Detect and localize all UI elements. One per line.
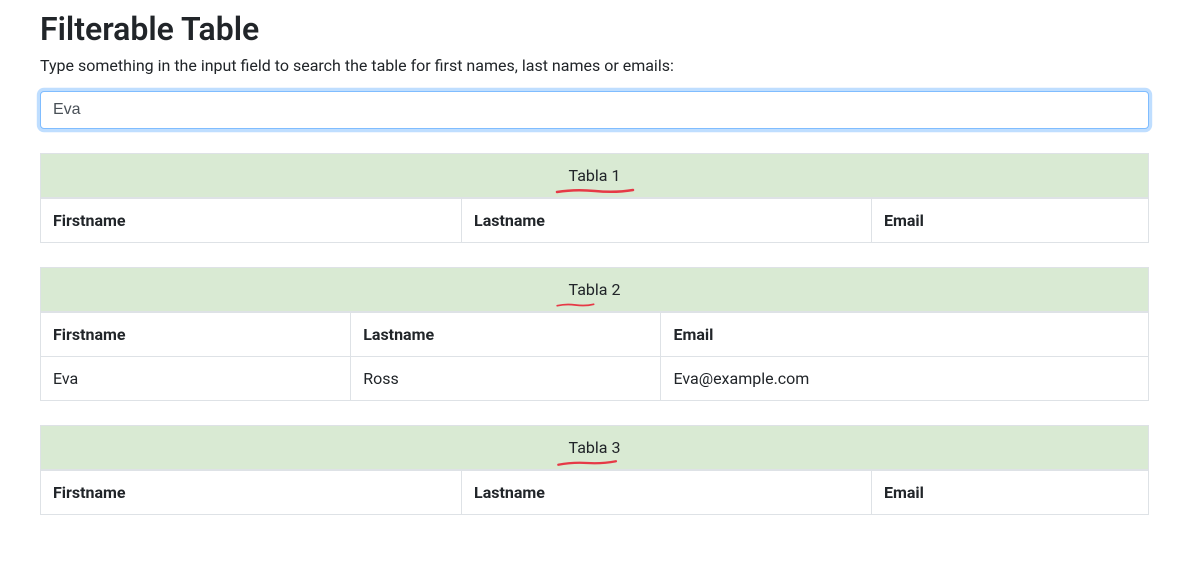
table-2-caption: Tabla 2 [40, 267, 1149, 312]
table-header-row: Firstname Lastname Email [41, 313, 1149, 357]
page-title: Filterable Table [40, 10, 1149, 48]
instructions-text: Type something in the input field to sea… [40, 56, 1149, 75]
search-input[interactable] [40, 91, 1149, 129]
table-1: Tabla 1 Firstname Lastname Email [40, 153, 1149, 243]
table-2: Tabla 2 Firstname Lastname Email Eva Ros… [40, 267, 1149, 401]
col-email: Email [871, 471, 1148, 515]
table-2-body: Eva Ross Eva@example.com [41, 357, 1149, 401]
col-firstname: Firstname [41, 199, 462, 243]
underline-annotation-icon [556, 459, 626, 467]
cell-firstname: Eva [41, 357, 351, 401]
table-header-row: Firstname Lastname Email [41, 471, 1149, 515]
table-caption-text: Tabla 3 [569, 438, 621, 457]
table-caption-text: Tabla 1 [569, 166, 621, 185]
col-lastname: Lastname [351, 313, 661, 357]
col-lastname: Lastname [462, 471, 872, 515]
col-email: Email [871, 199, 1148, 243]
table-row: Eva Ross Eva@example.com [41, 357, 1149, 401]
col-email: Email [661, 313, 1149, 357]
cell-email: Eva@example.com [661, 357, 1149, 401]
table-3: Tabla 3 Firstname Lastname Email [40, 425, 1149, 515]
underline-annotation-icon [555, 187, 635, 195]
underline-annotation-icon [555, 301, 611, 309]
cell-lastname: Ross [351, 357, 661, 401]
table-header-row: Firstname Lastname Email [41, 199, 1149, 243]
col-lastname: Lastname [462, 199, 872, 243]
col-firstname: Firstname [41, 471, 462, 515]
table-1-caption: Tabla 1 [40, 153, 1149, 198]
col-firstname: Firstname [41, 313, 351, 357]
table-caption-text: Tabla 2 [569, 280, 621, 299]
table-3-caption: Tabla 3 [40, 425, 1149, 470]
